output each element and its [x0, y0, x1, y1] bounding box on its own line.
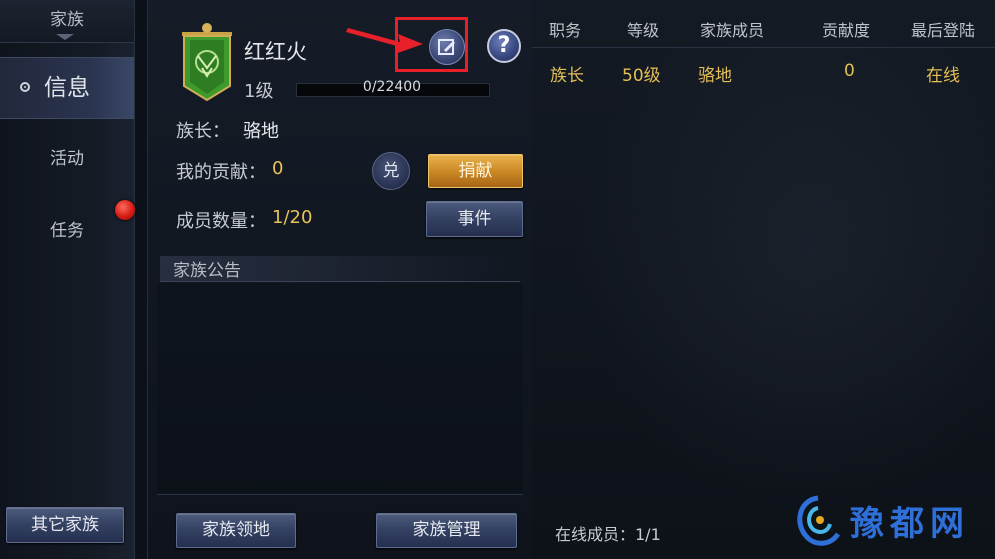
- watermark-text: 豫都网: [850, 504, 970, 544]
- banner-icon: [182, 23, 232, 102]
- member-last-login: 在线: [926, 66, 960, 86]
- notification-dot-icon: [115, 200, 135, 220]
- edit-clan-button[interactable]: [429, 29, 465, 65]
- contribution-label: 我的贡献：: [176, 162, 266, 183]
- column-header-role: 职务: [549, 21, 582, 40]
- column-header-last-login: 最后登陆: [911, 21, 976, 40]
- exp-progress-text: 0/22400: [362, 79, 422, 95]
- divider: [157, 494, 523, 495]
- clan-territory-button[interactable]: 家族领地: [176, 513, 296, 548]
- member-name: 骆地: [698, 66, 732, 86]
- members-count-label: 成员数量：: [176, 211, 266, 232]
- leader-label: 族长：: [176, 121, 230, 142]
- clan-notice-title: 家族公告: [160, 256, 520, 282]
- clan-level: 1级: [244, 81, 274, 102]
- help-icon: ?: [497, 33, 511, 58]
- sidebar-title: 家族: [50, 10, 84, 30]
- sidebar-item-label: 信息: [44, 75, 90, 101]
- left-sidebar: 家族 信息 活动 任务 其它家族: [0, 0, 135, 559]
- column-header-level: 等级: [627, 21, 660, 40]
- help-button[interactable]: ?: [487, 29, 521, 63]
- member-role: 族长: [550, 66, 584, 86]
- donate-button[interactable]: 捐献: [428, 154, 523, 188]
- exchange-icon: 兑: [382, 161, 400, 181]
- sidebar-item-tasks[interactable]: 任务: [0, 201, 134, 261]
- clan-manage-button[interactable]: 家族管理: [376, 513, 517, 548]
- clan-name: 红红火: [244, 40, 307, 64]
- leader-name: 骆地: [243, 121, 279, 142]
- contribution-value: 0: [272, 158, 284, 179]
- watermark-logo-icon: [797, 495, 841, 546]
- header-divider: [532, 47, 995, 48]
- online-members-count: 在线成员：1/1: [555, 525, 661, 544]
- chevron-down-icon: [56, 34, 74, 40]
- sidebar-header: 家族: [0, 0, 134, 43]
- other-clans-button[interactable]: 其它家族: [6, 507, 124, 543]
- member-contribution: 0: [844, 61, 855, 81]
- edit-icon: [438, 39, 455, 55]
- clan-notice-body: [157, 283, 523, 493]
- sidebar-item-activity[interactable]: 活动: [0, 129, 134, 189]
- column-header-contribution: 贡献度: [822, 21, 871, 40]
- member-level: 50级: [622, 66, 661, 86]
- column-header-member: 家族成员: [700, 21, 765, 40]
- exchange-button[interactable]: 兑: [372, 152, 410, 190]
- sidebar-item-label: 任务: [50, 221, 84, 241]
- sidebar-item-info[interactable]: 信息: [0, 57, 134, 119]
- members-count-value: 1/20: [272, 207, 313, 228]
- events-button[interactable]: 事件: [426, 201, 523, 237]
- sidebar-item-label: 活动: [50, 149, 84, 169]
- game-screen: 家族 信息 活动 任务 其它家族 红红火 1级 0/22400 ? 族长： 骆地…: [0, 0, 995, 559]
- radio-dot-icon: [20, 82, 30, 92]
